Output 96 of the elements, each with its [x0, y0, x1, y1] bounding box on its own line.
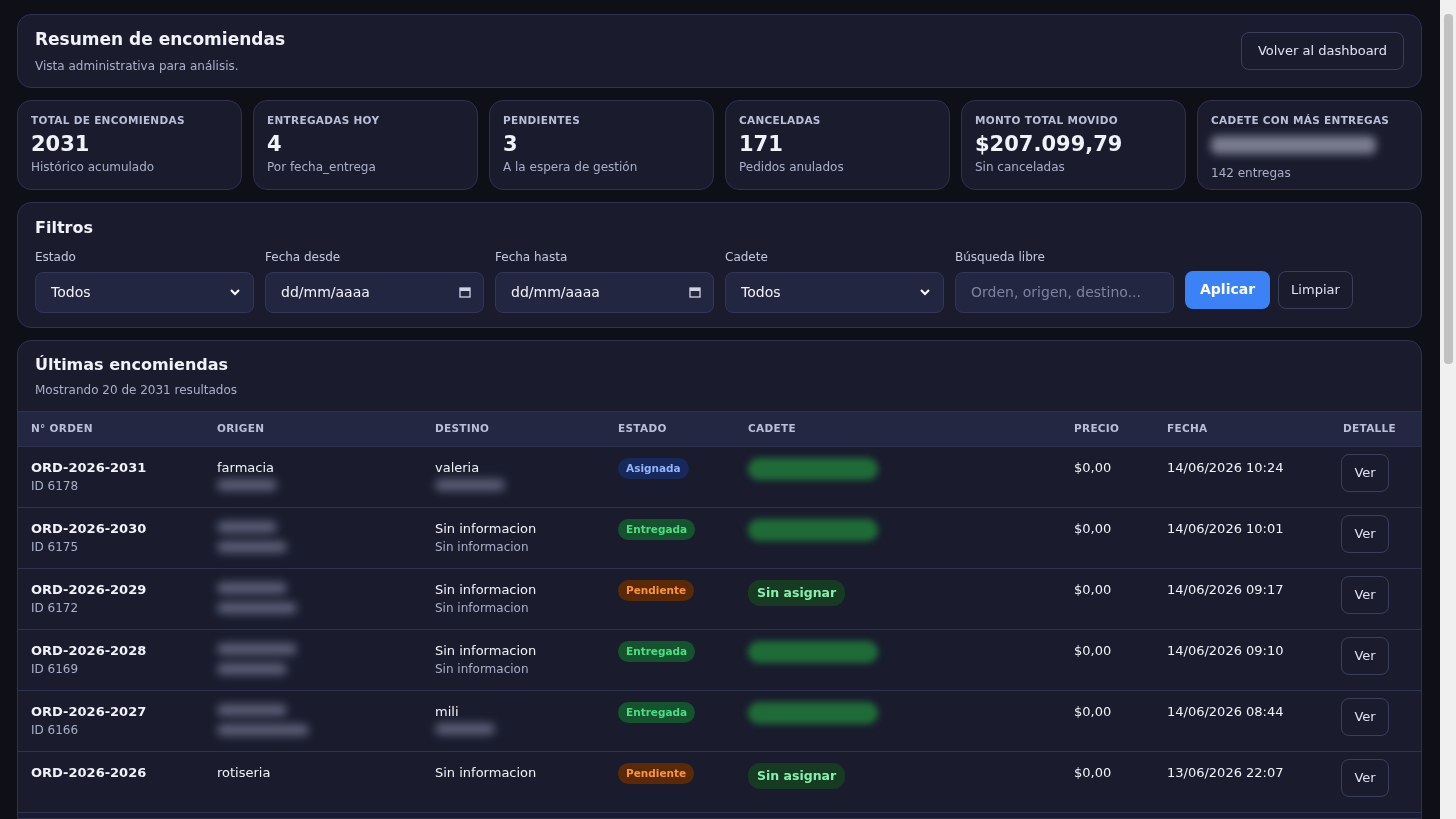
order-number: ORD-2026-2030: [31, 519, 148, 538]
view-button[interactable]: Ver: [1341, 697, 1389, 736]
stat-label: CADETE CON MÁS ENTREGAS: [1211, 112, 1391, 128]
field-label: Fecha desde: [265, 248, 342, 266]
table-subtitle: Mostrando 20 de 2031 resultados: [35, 381, 239, 399]
destination-text: Sin informacion: [435, 580, 538, 599]
view-button[interactable]: Ver: [1341, 575, 1389, 614]
order-number: ORD-2026-2031: [31, 458, 148, 477]
chevron-icon: [229, 286, 241, 298]
price-cell-text: $0,00: [1074, 519, 1113, 538]
column-header: CADETE: [748, 420, 797, 436]
stat-note: Por fecha_entrega: [267, 158, 377, 176]
stat-label: MONTO TOTAL MOVIDO: [975, 112, 1119, 128]
date-cell-text: 14/06/2026 09:10: [1167, 641, 1285, 660]
status-badge: Pendiente: [618, 579, 695, 602]
back-button[interactable]: Volver al dashboard: [1240, 32, 1404, 70]
order-id: ID 6175: [31, 539, 80, 556]
stat-value: 171: [739, 131, 784, 158]
column-header: N° ORDEN: [31, 420, 94, 436]
origin-text: farmacia: [217, 458, 275, 477]
column-header: FECHA: [1167, 420, 1209, 436]
search-field[interactable]: Orden, origen, destino...: [955, 271, 1174, 313]
field-label: Cadete: [725, 248, 769, 266]
stat-value: 3: [503, 131, 519, 158]
calendar-icon: [689, 286, 701, 298]
order-number: ORD-2026-2029: [31, 580, 148, 599]
order-number: ORD-2026-2026: [31, 763, 148, 782]
date-field[interactable]: dd/mm/aaaa: [265, 271, 484, 313]
destination-text: Sin informacion: [435, 641, 538, 660]
price-cell-text: $0,00: [1074, 458, 1113, 477]
price-cell-text: $0,00: [1074, 580, 1113, 599]
stat-note: A la espera de gestión: [503, 158, 639, 176]
stat-note: Sin canceladas: [975, 158, 1066, 176]
destination-text: Sin informacion: [435, 539, 530, 556]
courier-badge: Sin asignar: [748, 579, 846, 607]
origin-text: rotiseria: [217, 763, 272, 782]
column-header: ESTADO: [618, 420, 668, 436]
date-cell-text: 14/06/2026 09:17: [1167, 580, 1285, 599]
order-id: ID 6169: [31, 661, 80, 678]
destination-text: Sin informacion: [435, 661, 530, 678]
status-badge: Entregada: [618, 640, 696, 663]
view-button[interactable]: Ver: [1341, 514, 1389, 553]
filters-title: Filtros: [35, 216, 94, 239]
stat-note: Pedidos anulados: [739, 158, 845, 176]
field-label: Búsqueda libre: [955, 248, 1046, 266]
field-label: Estado: [35, 248, 77, 266]
destination-text: Sin informacion: [435, 763, 538, 782]
view-button[interactable]: Ver: [1341, 453, 1389, 492]
clear-button[interactable]: Limpiar: [1278, 270, 1353, 309]
column-header: PRECIO: [1074, 420, 1121, 436]
field-label: Fecha hasta: [495, 248, 569, 266]
select-field[interactable]: Todos: [725, 271, 944, 313]
date-field[interactable]: dd/mm/aaaa: [495, 271, 714, 313]
destination-text: Sin informacion: [435, 600, 530, 617]
status-badge: Entregada: [618, 701, 696, 724]
order-number: ORD-2026-2028: [31, 641, 148, 660]
stat-label: CANCELADAS: [739, 112, 822, 128]
date-cell-text: 14/06/2026 10:01: [1167, 519, 1285, 538]
stat-note: 142 entregas: [1211, 164, 1292, 182]
courier-badge: Sin asignar: [748, 762, 846, 790]
order-number: ORD-2026-2027: [31, 702, 148, 721]
stat-value: 4: [267, 131, 283, 158]
stat-label: PENDIENTES: [503, 112, 582, 128]
date-cell-text: 14/06/2026 10:24: [1167, 458, 1285, 477]
status-badge: Pendiente: [618, 762, 695, 785]
order-id: ID 6172: [31, 600, 80, 617]
order-id: ID 6178: [31, 478, 80, 495]
stat-label: ENTREGADAS HOY: [267, 112, 381, 128]
view-button[interactable]: Ver: [1341, 758, 1389, 797]
price-cell-text: $0,00: [1074, 641, 1113, 660]
date-cell-text: 13/06/2026 22:07: [1167, 763, 1285, 782]
column-header: DESTINO: [435, 420, 491, 436]
stat-label: TOTAL DE ENCOMIENDAS: [31, 112, 186, 128]
price-cell-text: $0,00: [1074, 763, 1113, 782]
destination-text: valeria: [435, 458, 481, 477]
status-badge: Asignada: [618, 457, 689, 480]
stat-value: 2031: [31, 131, 91, 158]
stat-value: $207.099,79: [975, 131, 1124, 158]
view-button[interactable]: Ver: [1341, 636, 1389, 675]
apply-button[interactable]: Aplicar: [1185, 270, 1271, 309]
column-header: ORIGEN: [217, 420, 266, 436]
scrollbar[interactable]: [1440, 0, 1456, 819]
order-id: ID 6166: [31, 722, 80, 739]
calendar-icon: [459, 286, 471, 298]
status-badge: Entregada: [618, 518, 696, 541]
column-header: DETALLE: [1343, 420, 1398, 436]
page-title: Resumen de encomiendas: [35, 28, 286, 51]
select-field[interactable]: Todos: [35, 271, 254, 313]
table-title: Últimas encomiendas: [35, 353, 230, 376]
price-cell-text: $0,00: [1074, 702, 1113, 721]
destination-text: Sin informacion: [435, 519, 538, 538]
chevron-icon: [919, 286, 931, 298]
stat-note: Histórico acumulado: [31, 158, 156, 176]
destination-text: mili: [435, 702, 460, 721]
date-cell-text: 14/06/2026 08:44: [1167, 702, 1285, 721]
page-subtitle: Vista administrativa para análisis.: [35, 57, 240, 75]
